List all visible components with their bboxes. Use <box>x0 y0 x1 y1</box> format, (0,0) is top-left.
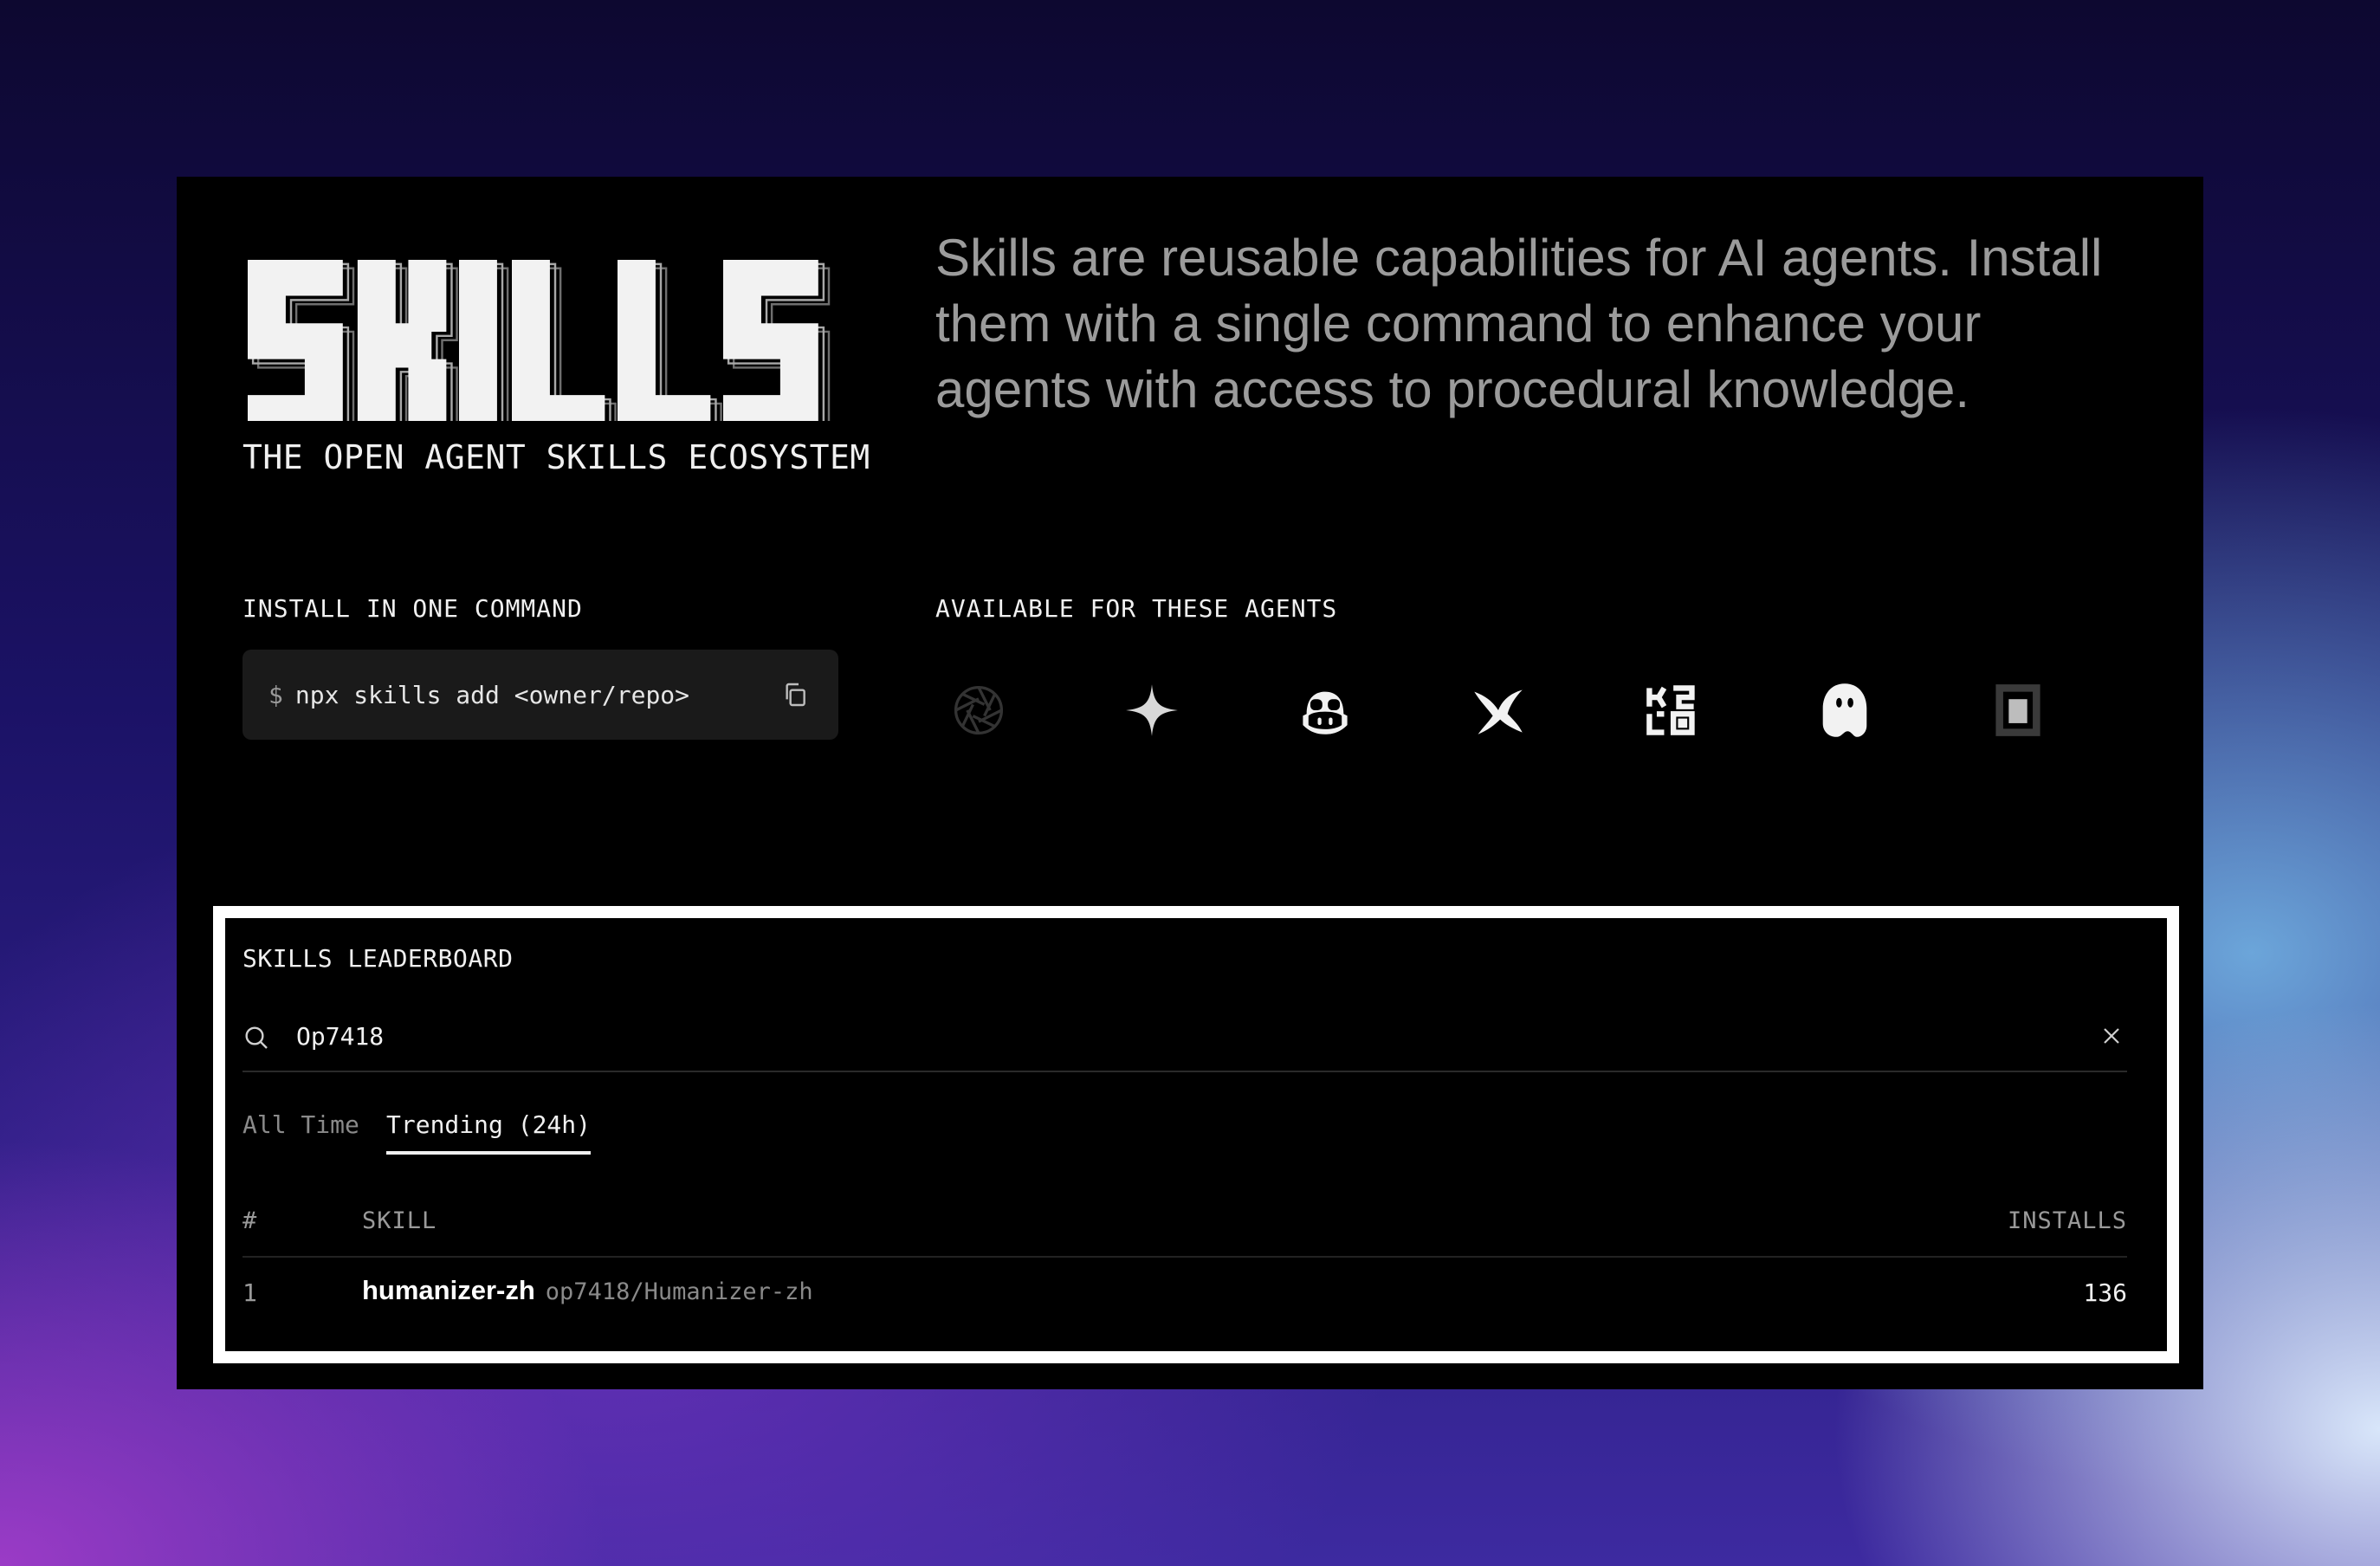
aperture-agent-icon[interactable] <box>935 667 1022 754</box>
search-input[interactable] <box>296 1017 2046 1055</box>
table-row[interactable]: 1 humanizer-zh op7418/Humanizer-zh 136 <box>243 1273 2127 1325</box>
table-header: # SKILL INSTALLS <box>243 1207 2127 1258</box>
close-icon <box>2104 1028 2119 1044</box>
skills-logo <box>248 260 831 421</box>
skill-repo: op7418/Humanizer-zh <box>545 1278 813 1305</box>
install-label: INSTALL IN ONE COMMAND <box>243 594 583 623</box>
search-bar <box>243 1013 2127 1072</box>
column-skill: SKILL <box>362 1207 437 1234</box>
terminal-window-agent-icon[interactable] <box>1975 667 2061 754</box>
install-command[interactable]: $ npx skills add <owner/repo> <box>268 681 778 709</box>
install-command-box[interactable]: $ npx skills add <owner/repo> <box>243 650 838 740</box>
ghost-agent-icon[interactable] <box>1801 667 1888 754</box>
agents-label: AVAILABLE FOR THESE AGENTS <box>935 594 1338 623</box>
leaderboard-title: SKILLS LEADERBOARD <box>243 944 514 973</box>
agents-list <box>935 667 2174 754</box>
tab-all-time[interactable]: All Time <box>243 1110 359 1151</box>
clear-search-button[interactable] <box>2096 1020 2127 1052</box>
tab-trending-24h[interactable]: Trending (24h) <box>386 1110 592 1155</box>
skills-leaderboard: SKILLS LEADERBOARD All Time Trending (24… <box>213 906 2179 1363</box>
row-rank: 1 <box>243 1278 257 1307</box>
column-rank: # <box>243 1207 258 1234</box>
copy-icon <box>786 683 805 707</box>
column-installs: INSTALLS <box>2007 1207 2127 1234</box>
grid-logo-agent-icon[interactable] <box>1628 667 1715 754</box>
sparkle-agent-icon[interactable] <box>1109 667 1195 754</box>
skill-name-link[interactable]: humanizer-zh <box>362 1275 535 1305</box>
prompt-symbol: $ <box>268 680 283 709</box>
copilot-agent-icon[interactable] <box>1282 667 1368 754</box>
command-text: npx skills add <owner/repo> <box>294 680 690 709</box>
tagline: THE OPEN AGENT SKILLS ECOSYSTEM <box>243 438 870 476</box>
intro-text: Skills are reusable capabilities for AI … <box>935 229 2103 418</box>
row-skill: humanizer-zh op7418/Humanizer-zh <box>362 1275 813 1306</box>
search-icon <box>245 1026 268 1049</box>
row-installs: 136 <box>2083 1278 2127 1307</box>
skills-card: THE OPEN AGENT SKILLS ECOSYSTEM Skills a… <box>177 177 2203 1389</box>
copy-button[interactable] <box>778 677 812 712</box>
bird-agent-icon[interactable] <box>1455 667 1542 754</box>
